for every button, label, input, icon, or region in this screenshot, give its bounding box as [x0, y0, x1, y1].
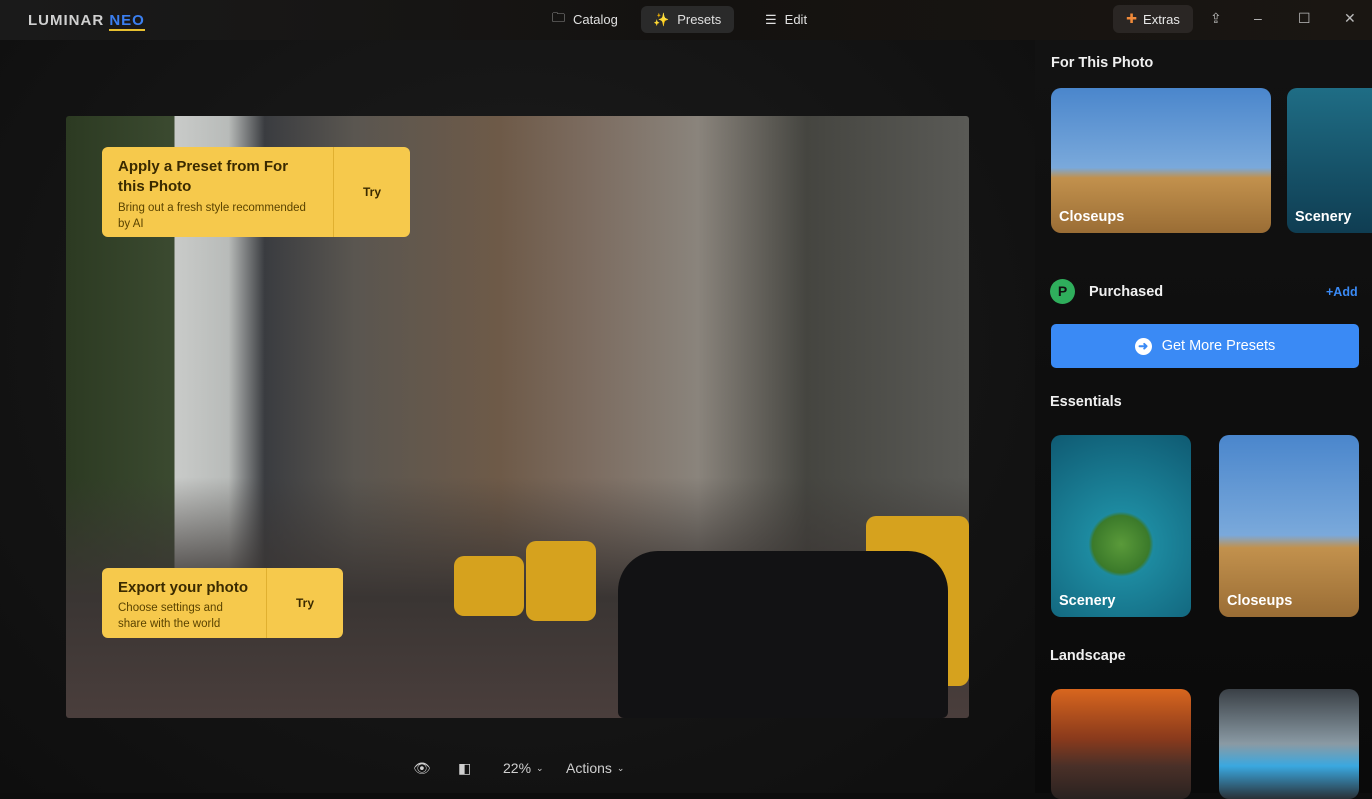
logo-accent: NEO [109, 12, 145, 31]
button-label: Get More Presets [1161, 338, 1276, 354]
magic-wand-icon: ✨ [653, 11, 670, 27]
chevron-down-icon: ⌄ [536, 762, 544, 773]
preset-label: Scenery [1059, 593, 1116, 609]
preset-tip-card: Apply a Preset from For this Photo Bring … [102, 147, 410, 237]
zoom-value: 22% [503, 760, 532, 776]
preset-scenery[interactable]: Scenery [1287, 88, 1372, 233]
tip-title: Apply a Preset from For this Photo [118, 158, 289, 195]
minimize-button[interactable]: – [1254, 10, 1262, 26]
puzzle-icon: ✚ [1126, 11, 1138, 26]
tip-description: Choose settings and share with the world [118, 602, 223, 630]
actions-dropdown[interactable]: Actions ⌄ [566, 760, 624, 776]
maximize-button[interactable]: ☐ [1298, 10, 1311, 27]
add-link[interactable]: +Add [1326, 285, 1358, 299]
black-car [618, 551, 948, 718]
purchased-icon: P [1050, 279, 1075, 304]
preset-landscape-1[interactable] [1051, 689, 1191, 799]
app-logo: LUMINAR NEO [28, 12, 145, 31]
zoom-dropdown[interactable]: 22% ⌄ [503, 760, 544, 776]
try-button[interactable]: Try [333, 147, 410, 237]
extras-label: Extras [1143, 11, 1180, 27]
title-bar: LUMINAR NEO 🗀 Catalog ✨ Presets ☰ Edit ✚ Ext… [0, 0, 1372, 40]
preset-label: Closeups [1227, 593, 1293, 609]
section-title: For This Photo [1051, 55, 1154, 71]
eye-icon[interactable]: 👁 [413, 760, 431, 777]
section-title: Essentials [1050, 394, 1122, 410]
preset-label: Scenery [1295, 209, 1352, 225]
get-more-presets-button[interactable]: ➜ Get More Presets [1051, 324, 1359, 368]
sliders-icon: ☰ [765, 11, 777, 27]
tab-edit[interactable]: ☰ Edit [753, 6, 819, 33]
export-tip-card: Export your photo Choose settings and sha… [102, 568, 343, 638]
preset-closeups[interactable]: Closeups [1051, 88, 1271, 233]
taxi [526, 541, 596, 621]
chevron-down-icon: ⌄ [616, 762, 625, 773]
tab-label: Presets [677, 12, 722, 27]
tab-catalog[interactable]: 🗀 Catalog [540, 6, 630, 33]
close-button[interactable]: ✕ [1344, 10, 1356, 27]
share-icon[interactable]: ⇪ [1210, 10, 1222, 27]
tab-label: Catalog [573, 12, 618, 27]
tab-label: Edit [784, 12, 808, 27]
section-title: Purchased [1089, 284, 1164, 300]
taxi [454, 556, 524, 616]
arrow-right-icon: ➜ [1134, 337, 1152, 355]
tip-description: Bring out a fresh style recommended by A… [118, 202, 306, 230]
preset-label: Closeups [1059, 209, 1125, 225]
extras-button[interactable]: ✚ Extras [1113, 5, 1193, 33]
logo-text: LUMINAR [28, 12, 105, 29]
tip-title: Export your photo [118, 579, 248, 596]
compare-icon[interactable]: ◧ [458, 760, 471, 777]
preset-closeups[interactable]: Closeups [1219, 435, 1359, 617]
try-button[interactable]: Try [266, 568, 343, 638]
preset-scenery[interactable]: Scenery [1051, 435, 1191, 617]
section-title: Landscape [1050, 648, 1126, 664]
actions-label: Actions [566, 760, 612, 776]
tab-presets[interactable]: ✨ Presets [641, 6, 734, 33]
preset-landscape-2[interactable] [1219, 689, 1359, 799]
folder-icon: 🗀 [552, 9, 566, 25]
